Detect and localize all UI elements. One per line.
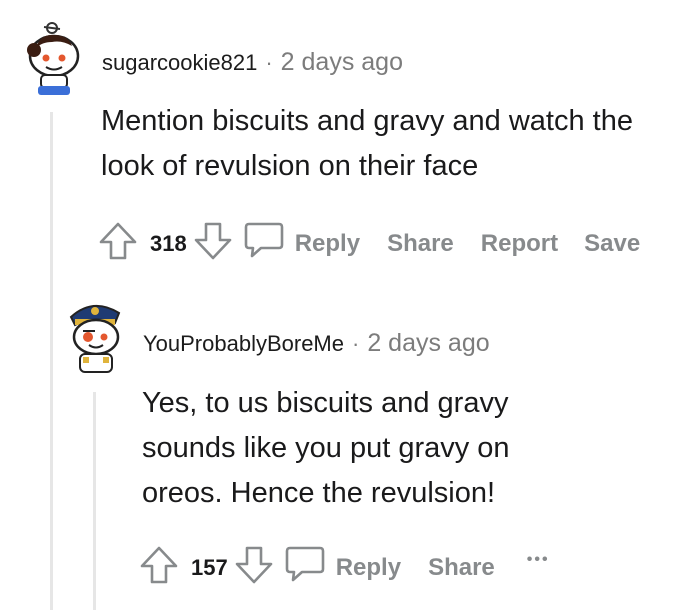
downvote-icon[interactable] <box>193 221 233 266</box>
comment-actions: 157 Reply Share ••• <box>139 544 550 591</box>
comment-text-line: sounds like you put gravy on <box>142 432 510 464</box>
thread-line-reply[interactable] <box>93 392 96 610</box>
username[interactable]: sugarcookie821 <box>102 50 257 76</box>
save-button[interactable]: Save <box>584 230 640 258</box>
comment-text-line: oreos. Hence the revulsion! <box>142 477 496 509</box>
upvote-icon[interactable] <box>98 221 138 266</box>
avatar[interactable] <box>22 20 80 98</box>
reply-button[interactable]: Reply <box>243 220 360 267</box>
share-button[interactable]: Share <box>428 554 495 582</box>
timestamp[interactable]: 2 days ago <box>367 329 489 358</box>
comment-text-line: Yes, to us biscuits and gravy <box>142 387 509 419</box>
downvote-icon[interactable] <box>234 545 274 590</box>
avatar[interactable] <box>63 297 125 377</box>
meta-separator: · <box>265 49 273 75</box>
comment-body: Mention biscuits and gravy and watch the… <box>101 99 633 189</box>
report-button[interactable]: Report <box>481 230 558 258</box>
reply-label: Reply <box>335 553 402 581</box>
thread-line-root[interactable] <box>50 112 53 610</box>
comment-actions: 318 Reply Share Report Save <box>98 220 640 267</box>
share-button[interactable]: Share <box>387 230 454 258</box>
comment-body: Yes, to us biscuits and gravy sounds lik… <box>142 381 510 516</box>
snoo-avatar-icon <box>27 22 80 95</box>
timestamp[interactable]: 2 days ago <box>281 48 403 77</box>
comment-meta: YouProbablyBoreMe · 2 days ago <box>143 329 490 358</box>
vote-count: 157 <box>191 554 228 580</box>
more-options-button[interactable]: ••• <box>527 551 550 569</box>
comment-text-line: Mention biscuits and gravy and watch the <box>101 105 633 137</box>
upvote-icon[interactable] <box>139 545 179 590</box>
vote-count: 318 <box>150 230 187 256</box>
comment-bubble-icon <box>284 544 326 591</box>
reply-button[interactable]: Reply <box>284 544 401 591</box>
comment-bubble-icon <box>243 220 285 267</box>
reply-label: Reply <box>294 229 361 257</box>
comment-meta: sugarcookie821 · 2 days ago <box>102 48 403 77</box>
comment-text-line: look of revulsion on their face <box>101 150 479 182</box>
username[interactable]: YouProbablyBoreMe <box>143 331 344 357</box>
snoo-captain-avatar-icon <box>69 305 121 373</box>
meta-separator: · <box>352 330 360 356</box>
